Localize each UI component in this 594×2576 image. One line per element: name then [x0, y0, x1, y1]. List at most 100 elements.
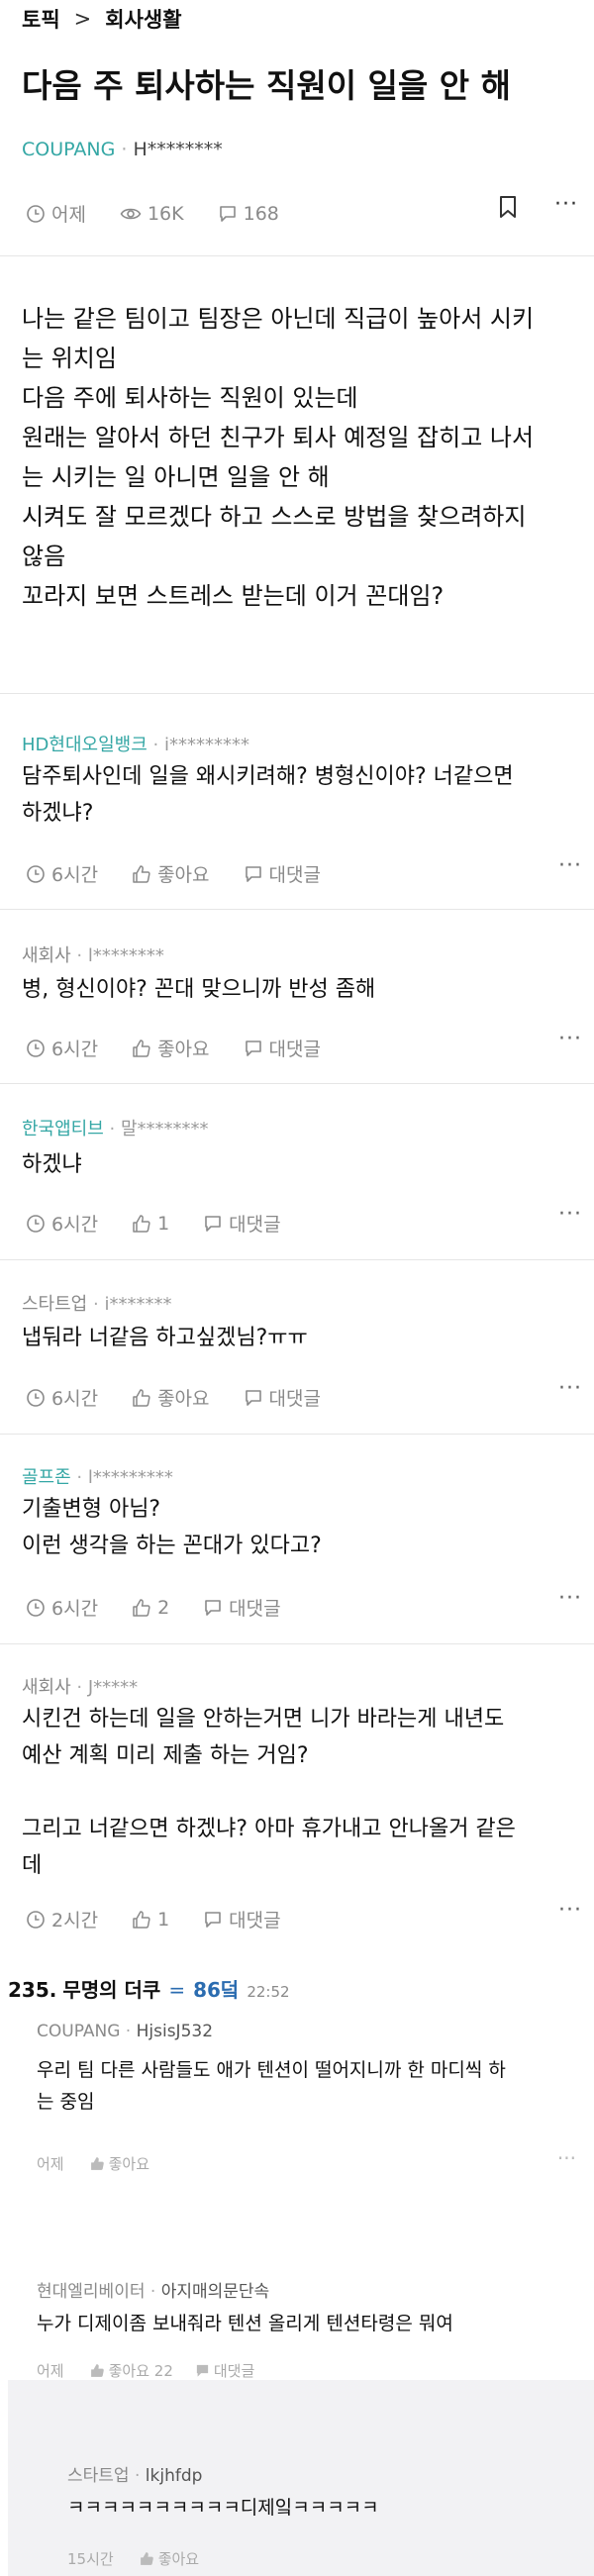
reply-body: 누가 디제이좀 보내줘라 텐션 올리게 텐션타령은 뭐여: [37, 2313, 453, 2334]
post-body-line: 시켜도 잘 모르겠다 하고 스스로 방법을 찾으려하지: [22, 503, 527, 531]
reply-button[interactable]: 대댓글: [203, 1210, 281, 1237]
more-options-icon[interactable]: ···: [558, 1898, 582, 1923]
comment-user: J*****: [87, 1677, 139, 1698]
section-name: 무명의 더쿠: [62, 1978, 161, 2002]
section-equals: =: [168, 1978, 186, 2002]
reply-author: COUPANG · HjsisJ532: [37, 2022, 214, 2041]
reply-author: 현대엘리베이터 · 아지매의문단속: [37, 2282, 270, 2302]
comment-time: 6시간: [26, 1384, 98, 1411]
comment-meta: 6시간 1 대댓글: [26, 1210, 315, 1237]
reply-company[interactable]: 현대엘리베이터: [37, 2282, 145, 2302]
comment-company[interactable]: 새회사: [22, 945, 71, 966]
comment-company[interactable]: 한국앱티브: [22, 1119, 104, 1139]
thumbs-up-icon: [133, 1039, 150, 1057]
reply-company[interactable]: 스타트업: [67, 2466, 130, 2486]
comment-meta: 6시간 좋아요 대댓글: [26, 1384, 354, 1411]
reply-card: 스타트업 · lkjhfdp ㅋㅋㅋㅋㅋㅋㅋㅋㅋㅋ디제잌ㅋㅋㅋㅋㅋ 15시간 좋…: [8, 2380, 594, 2576]
comment-user: l*********: [87, 1467, 173, 1488]
clock-icon: [27, 1910, 45, 1929]
comment-meta: 2시간 1 대댓글: [26, 1906, 315, 1932]
post-time: 어제: [26, 200, 86, 227]
reply-button[interactable]: 대댓글: [203, 1594, 281, 1621]
divider: [0, 1643, 594, 1644]
like-button[interactable]: 좋아요: [140, 2548, 199, 2569]
comment-user: i*********: [163, 735, 249, 755]
reply-user: lkjhfdp: [145, 2466, 203, 2486]
more-options-icon[interactable]: ···: [558, 1202, 582, 1227]
comment-company[interactable]: HD현대오일뱅크: [22, 735, 148, 755]
comment-author: 골프존 · l*********: [22, 1467, 173, 1488]
post-views: 16K: [120, 203, 184, 225]
like-button[interactable]: 좋아요: [132, 1035, 210, 1061]
comment-body: 하겠냐: [22, 1152, 82, 1177]
breadcrumb-topic[interactable]: 토픽: [22, 4, 60, 34]
reply-body: 우리 팀 다른 사람들도 애가 텐션이 떨어지니까 한 마디씩 하 는 중임: [37, 2059, 506, 2113]
comment-body: 기출변형 아님? 이런 생각을 하는 꼰대가 있다고?: [22, 1497, 322, 1558]
comment-author: 새회사 · J*****: [22, 1677, 139, 1698]
divider: [0, 255, 594, 256]
comment-meta: 6시간 좋아요 대댓글: [26, 1035, 354, 1061]
reply-card: COUPANG · HjsisJ532 우리 팀 다른 사람들도 애가 텐션이 …: [8, 2010, 594, 2233]
reply-body: ㅋㅋㅋㅋㅋㅋㅋㅋㅋㅋ디제잌ㅋㅋㅋㅋㅋ: [67, 2497, 379, 2519]
comment-author: 스타트업 · i*******: [22, 1294, 172, 1315]
reply-meta: 어제 좋아요: [37, 2153, 149, 2174]
like-button[interactable]: 좋아요 22: [90, 2360, 173, 2381]
comment-user: 말********: [121, 1119, 209, 1139]
comment-time: 6시간: [26, 1594, 98, 1621]
post-comment-count[interactable]: 168: [218, 203, 279, 225]
more-options-icon[interactable]: ···: [558, 1376, 582, 1401]
post-title: 다음 주 퇴사하는 직원이 일을 안 해: [22, 66, 511, 105]
more-options-icon[interactable]: ···: [554, 192, 578, 217]
post-meta: 어제 16K 168: [26, 200, 313, 227]
speech-bubble-icon: [245, 1389, 261, 1406]
like-button[interactable]: 좋아요: [132, 860, 210, 887]
reply-meta: 15시간 좋아요: [67, 2548, 199, 2569]
reply-button[interactable]: 대댓글: [244, 1035, 321, 1061]
divider: [0, 1083, 594, 1084]
comment-time: 6시간: [26, 860, 98, 887]
more-options-icon[interactable]: ···: [558, 1586, 582, 1611]
like-button[interactable]: 1: [132, 1909, 169, 1931]
clock-icon: [27, 204, 45, 223]
more-options-icon[interactable]: ···: [558, 1027, 582, 1051]
clock-icon: [27, 1039, 45, 1057]
thumbs-up-icon: [133, 1388, 150, 1407]
reply-company[interactable]: COUPANG: [37, 2022, 120, 2041]
speech-bubble-icon: [245, 865, 261, 882]
comment-body: 병, 형신이야? 꼰대 맞으니까 반성 좀해: [22, 977, 376, 1002]
clock-icon: [27, 1598, 45, 1617]
thumbs-up-icon: [133, 1214, 150, 1233]
comment-author: HD현대오일뱅크 · i*********: [22, 735, 249, 755]
more-options-icon[interactable]: ···: [558, 853, 582, 878]
comment-company[interactable]: 골프존: [22, 1467, 71, 1488]
reply-user: 아지매의문단속: [160, 2282, 270, 2302]
reply-button[interactable]: 대댓글: [203, 1906, 281, 1932]
thumbs-up-icon: [133, 864, 150, 883]
author-user: H********: [133, 139, 223, 160]
reply-meta: 어제 좋아요 22 대댓글: [37, 2360, 254, 2381]
speech-bubble-icon: [205, 1215, 221, 1232]
more-options-icon[interactable]: ···: [557, 2146, 576, 2170]
author-company[interactable]: COUPANG: [22, 139, 115, 160]
reply-author: 스타트업 · lkjhfdp: [67, 2466, 203, 2486]
reply-button[interactable]: 대댓글: [244, 860, 321, 887]
like-button[interactable]: 2: [132, 1597, 169, 1619]
section-score: 86덬: [193, 1978, 240, 2002]
like-button[interactable]: 1: [132, 1213, 169, 1235]
comment-company[interactable]: 새회사: [22, 1677, 71, 1698]
section-time: 22:52: [247, 1983, 290, 2001]
comment-user: l********: [87, 945, 164, 966]
divider: [0, 909, 594, 910]
breadcrumb-category[interactable]: 회사생활: [105, 4, 181, 34]
reply-button[interactable]: 대댓글: [244, 1384, 321, 1411]
like-button[interactable]: 좋아요: [132, 1384, 210, 1411]
like-button[interactable]: 좋아요: [90, 2153, 149, 2174]
comment-time: 6시간: [26, 1210, 98, 1237]
bookmark-icon[interactable]: [498, 195, 518, 219]
divider: [0, 693, 594, 694]
speech-bubble-icon: [219, 205, 236, 222]
thumbs-up-icon: [133, 1598, 150, 1617]
reply-button[interactable]: 대댓글: [195, 2360, 254, 2381]
clock-icon: [27, 1388, 45, 1407]
comment-company[interactable]: 스타트업: [22, 1294, 87, 1315]
